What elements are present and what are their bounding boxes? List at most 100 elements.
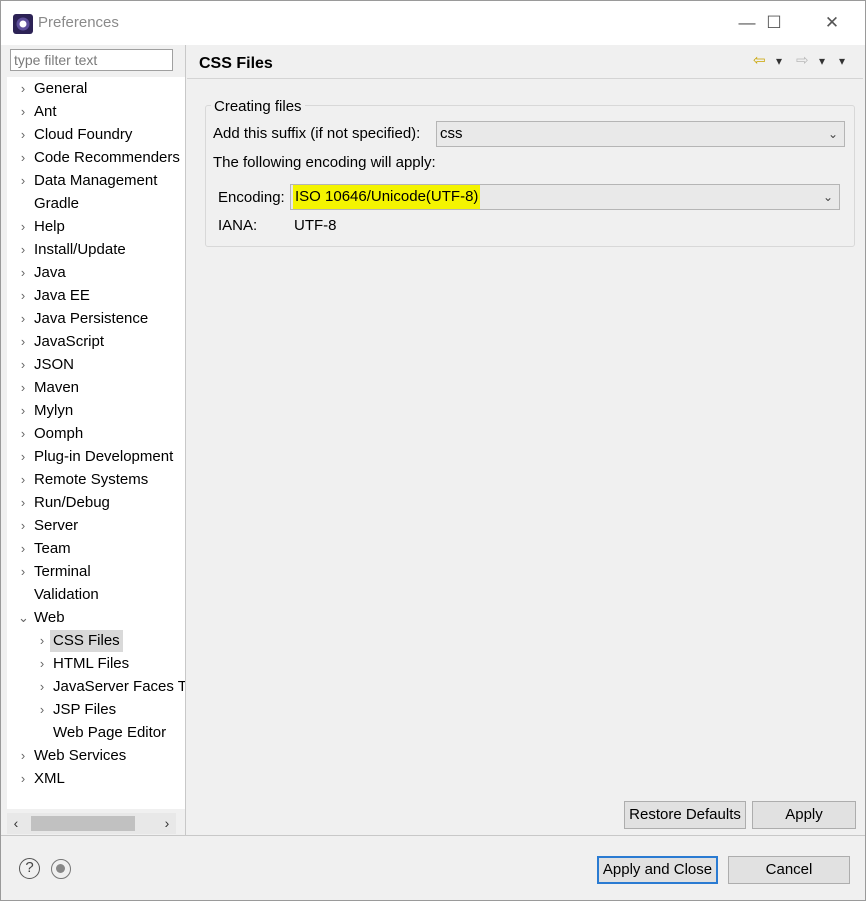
tree-item-label: Java Persistence — [34, 310, 149, 327]
preference-tree: › General › Ant › Cloud Foundry › Code Recommen… — [7, 77, 185, 809]
chevron-right-icon[interactable]: › — [18, 216, 28, 238]
chevron-right-icon[interactable]: › — [18, 239, 28, 261]
forward-dropdown-icon[interactable]: ▾ — [819, 51, 825, 71]
tree-item-label: JavaScript — [34, 333, 105, 350]
tree-item[interactable]: › Cloud Foundry — [7, 124, 185, 146]
restore-defaults-button[interactable]: Restore Defaults — [624, 801, 746, 829]
tree-item[interactable]: › Java — [7, 262, 185, 284]
tree-item[interactable]: › HTML Files — [7, 653, 185, 675]
chevron-right-icon[interactable]: › — [18, 469, 28, 491]
back-arrow-icon[interactable]: ⇦ — [753, 51, 766, 71]
tree-item-label: HTML Files — [53, 655, 130, 672]
chevron-right-icon[interactable]: › — [37, 676, 47, 698]
chevron-right-icon[interactable]: › — [37, 653, 47, 675]
chevron-right-icon[interactable]: › — [18, 377, 28, 399]
tree-item[interactable]: › Server — [7, 515, 185, 537]
tree-item-label: CSS Files — [50, 630, 123, 652]
chevron-right-icon[interactable]: › — [18, 492, 28, 514]
tree-item-label: Web — [34, 609, 65, 626]
chevron-right-icon[interactable]: › — [18, 124, 28, 146]
tree-item-label: Java — [34, 264, 66, 281]
footer-separator — [1, 835, 865, 836]
chevron-down-icon[interactable]: ⌄ — [18, 607, 29, 629]
chevron-right-icon[interactable]: › — [37, 699, 47, 721]
tree-item-label: Install/Update — [34, 241, 126, 258]
tree-item[interactable]: › Mylyn — [7, 400, 185, 422]
back-dropdown-icon[interactable]: ▾ — [776, 51, 782, 71]
suffix-value: css — [440, 125, 463, 142]
view-menu-icon[interactable]: ▾ — [839, 51, 845, 71]
tree-item[interactable]: › Data Management — [7, 170, 185, 192]
tree-item-label: Terminal — [34, 563, 91, 580]
tree-item[interactable]: › Code Recommenders — [7, 147, 185, 169]
tree-item-label: Data Management — [34, 172, 158, 189]
tree-item[interactable]: › JavaScript — [7, 331, 185, 353]
suffix-label: Add this suffix (if not specified): — [213, 125, 421, 142]
sash-divider[interactable] — [185, 45, 186, 835]
chevron-right-icon[interactable]: › — [18, 331, 28, 353]
chevron-right-icon[interactable]: › — [18, 446, 28, 468]
chevron-right-icon[interactable]: › — [18, 147, 28, 169]
apply-button[interactable]: Apply — [752, 801, 856, 829]
tree-item[interactable]: › JSP Files — [7, 699, 185, 721]
group-label: Creating files — [211, 96, 305, 118]
chevron-right-icon[interactable]: › — [18, 423, 28, 445]
tree-item[interactable]: › Ant — [7, 101, 185, 123]
chevron-right-icon[interactable]: › — [18, 308, 28, 330]
maximize-button[interactable]: ☐ — [752, 7, 796, 39]
tree-item[interactable]: Gradle — [7, 193, 185, 215]
chevron-right-icon[interactable]: › — [18, 285, 28, 307]
chevron-right-icon[interactable]: › — [18, 400, 28, 422]
tree-item[interactable]: Web Page Editor — [7, 722, 185, 744]
tree-item[interactable]: › Install/Update — [7, 239, 185, 261]
encoding-label: Encoding: — [218, 189, 285, 206]
chevron-right-icon[interactable]: › — [18, 170, 28, 192]
tree-item[interactable]: › CSS Files — [7, 630, 185, 652]
chevron-right-icon[interactable]: › — [18, 354, 28, 376]
chevron-right-icon[interactable]: › — [18, 78, 28, 100]
tree-item[interactable]: › Help — [7, 216, 185, 238]
scroll-right-icon[interactable]: › — [158, 813, 176, 834]
help-icon[interactable]: ? — [19, 858, 40, 879]
chevron-right-icon[interactable]: › — [18, 561, 28, 583]
tree-item[interactable]: › Team — [7, 538, 185, 560]
tree-item-label: Remote Systems — [34, 471, 149, 488]
tree-item[interactable]: › JSON — [7, 354, 185, 376]
chevron-right-icon[interactable]: › — [18, 768, 28, 790]
chevron-down-icon: ⌄ — [827, 127, 838, 141]
tree-item[interactable]: › Web Services — [7, 745, 185, 767]
chevron-right-icon[interactable]: › — [18, 745, 28, 767]
tree-item[interactable]: › Java Persistence — [7, 308, 185, 330]
forward-arrow-icon[interactable]: ⇨ — [796, 51, 809, 71]
tree-item[interactable]: › JavaServer Faces Tools — [7, 676, 185, 698]
filter-input[interactable] — [10, 49, 173, 71]
tree-item[interactable]: › General — [7, 78, 185, 100]
chevron-right-icon[interactable]: › — [37, 630, 47, 652]
tree-item[interactable]: › Oomph — [7, 423, 185, 445]
title-bar: Preferences — ☐ ✕ — [1, 1, 865, 45]
record-icon[interactable] — [51, 859, 71, 879]
chevron-right-icon[interactable]: › — [18, 515, 28, 537]
tree-item[interactable]: › Java EE — [7, 285, 185, 307]
tree-item[interactable]: › Terminal — [7, 561, 185, 583]
tree-item-label: Oomph — [34, 425, 84, 442]
tree-item[interactable]: Validation — [7, 584, 185, 606]
suffix-combo[interactable]: css ⌄ — [436, 121, 845, 147]
chevron-right-icon[interactable]: › — [18, 538, 28, 560]
chevron-right-icon[interactable]: › — [18, 262, 28, 284]
tree-item[interactable]: › Remote Systems — [7, 469, 185, 491]
tree-item-label: Run/Debug — [34, 494, 110, 511]
tree-horizontal-scrollbar[interactable]: ‹ › — [7, 813, 176, 834]
tree-item[interactable]: › Maven — [7, 377, 185, 399]
cancel-button[interactable]: Cancel — [728, 856, 850, 884]
tree-item[interactable]: › XML — [7, 768, 185, 790]
scrollbar-thumb[interactable] — [31, 816, 135, 831]
tree-item[interactable]: › Plug-in Development — [7, 446, 185, 468]
encoding-combo[interactable]: ISO 10646/Unicode(UTF-8) ⌄ — [290, 184, 840, 210]
scroll-left-icon[interactable]: ‹ — [7, 813, 25, 834]
chevron-right-icon[interactable]: › — [18, 101, 28, 123]
tree-item[interactable]: ⌄ Web — [7, 607, 185, 629]
tree-item[interactable]: › Run/Debug — [7, 492, 185, 514]
apply-and-close-button[interactable]: Apply and Close — [597, 856, 718, 884]
close-button[interactable]: ✕ — [810, 7, 854, 39]
